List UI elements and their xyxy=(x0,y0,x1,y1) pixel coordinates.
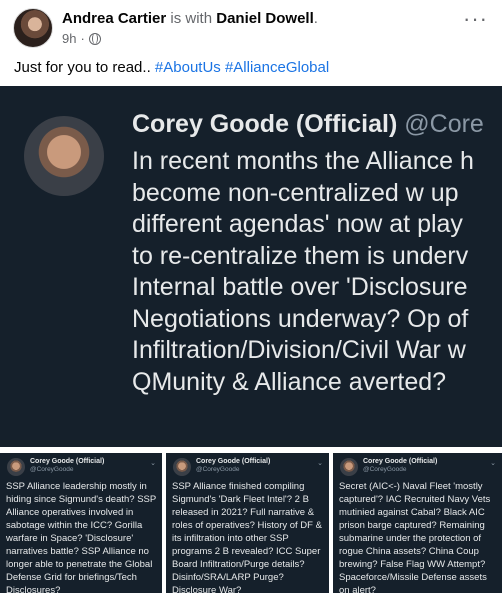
mini-tweet-image[interactable]: Corey Goode (Official) @CoreyGoode ⌄ SSP… xyxy=(0,453,162,593)
mini-tweet-text: SSP Alliance leadership mostly in hiding… xyxy=(6,481,157,593)
post-time[interactable]: 9h xyxy=(62,31,76,46)
hashtag-aboutus[interactable]: #AboutUs xyxy=(155,59,221,76)
mini-tweet-name: Corey Goode (Official) xyxy=(196,458,271,465)
author-name[interactable]: Andrea Cartier xyxy=(62,10,166,27)
tweet-author-name: Corey Goode (Official) xyxy=(132,110,398,138)
post-caption: Just for you to read.. #AboutUs #Allianc… xyxy=(14,58,329,78)
mini-tweet-image[interactable]: Corey Goode (Official) @CoreyGoode ⌄ Sec… xyxy=(333,453,502,593)
mini-tweet-handle: @CoreyGoode xyxy=(196,466,240,473)
mini-tweet-avatar xyxy=(340,458,358,476)
tweet-line: Internal battle over 'Disclosure xyxy=(132,273,468,301)
mini-tweet-handle: @CoreyGoode xyxy=(30,466,74,473)
chevron-down-icon: ⌄ xyxy=(490,460,496,467)
tweet-handle: @Core xyxy=(404,110,484,138)
tweet-images-row: Corey Goode (Official) @CoreyGoode ⌄ SSP… xyxy=(0,447,502,595)
post-meta: 9h · xyxy=(62,31,101,46)
mini-tweet-avatar xyxy=(173,458,191,476)
hashtag-allianceglobal[interactable]: #AllianceGlobal xyxy=(225,59,329,76)
tweet-line: Negotiations underway? Op of xyxy=(132,304,469,333)
mini-tweet-image[interactable]: Corey Goode (Official) @CoreyGoode ⌄ SSP… xyxy=(166,453,329,593)
author-avatar[interactable] xyxy=(13,8,53,48)
tweet-line: become non-centralized w up xyxy=(132,178,459,207)
tweet-author: Corey Goode (Official) @Core xyxy=(132,110,484,139)
mini-tweet-text: Secret (AIC<-) Naval Fleet 'mostly captu… xyxy=(339,481,491,593)
tweet-line: different agendas' now at play xyxy=(132,210,463,238)
with-text: is with xyxy=(170,10,213,27)
tweet-body: In recent months the Alliance h become n… xyxy=(132,146,502,398)
caption-text: Just for you to read.. xyxy=(14,59,155,76)
tagged-person[interactable]: Daniel Dowell xyxy=(216,10,314,27)
meta-dot: · xyxy=(80,31,85,46)
mini-tweet-name: Corey Goode (Official) xyxy=(363,458,438,465)
mini-tweet-name: Corey Goode (Official) xyxy=(30,458,105,465)
chevron-down-icon: ⌄ xyxy=(317,460,323,467)
tweet-line: In recent months the Alliance h xyxy=(132,147,474,175)
tweet-avatar xyxy=(24,116,104,196)
mini-tweet-text: SSP Alliance finished compiling Sigmund'… xyxy=(172,481,322,593)
mini-tweet-handle: @CoreyGoode xyxy=(363,466,407,473)
tweet-line: Infiltration/Division/Civil War w xyxy=(132,336,466,364)
tagged-suffix: . xyxy=(313,10,318,27)
tweet-line: QMunity & Alliance averted? xyxy=(132,367,447,396)
mini-tweet-avatar xyxy=(7,458,25,476)
globe-icon[interactable] xyxy=(88,32,101,45)
main-tweet-image[interactable]: Corey Goode (Official) @Core In recent m… xyxy=(0,86,502,447)
author-line: Andrea Cartier is with Daniel Dowell. xyxy=(62,9,318,28)
chevron-down-icon: ⌄ xyxy=(150,460,156,467)
tweet-line: to re-centralize them is underv xyxy=(132,241,469,270)
more-options-icon[interactable]: ··· xyxy=(463,8,488,30)
post-header: Andrea Cartier is with Daniel Dowell. 9h… xyxy=(0,0,502,56)
